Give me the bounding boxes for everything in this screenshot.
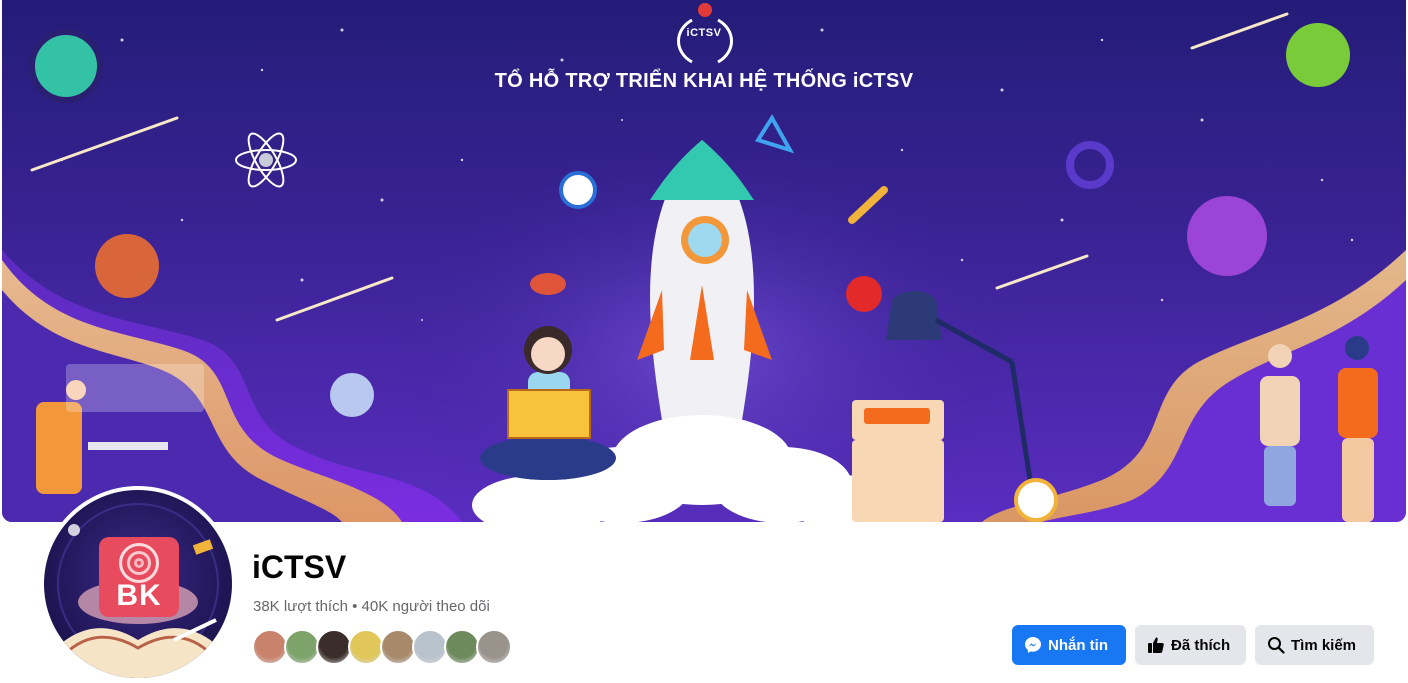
- message-button[interactable]: Nhắn tin: [1012, 625, 1126, 665]
- follower-avatar[interactable]: [252, 629, 288, 665]
- liked-button[interactable]: Đã thích: [1135, 625, 1246, 665]
- follower-avatars: [252, 629, 512, 665]
- follower-avatar[interactable]: [284, 629, 320, 665]
- bk-logo: BK: [99, 537, 179, 617]
- action-buttons: Nhắn tin Đã thích Tìm kiếm: [1012, 625, 1374, 665]
- follower-avatar[interactable]: [348, 629, 384, 665]
- follower-avatar[interactable]: [444, 629, 480, 665]
- follower-avatar[interactable]: [380, 629, 416, 665]
- profile-avatar[interactable]: BK: [40, 486, 236, 682]
- thumbs-up-icon: [1147, 636, 1165, 654]
- bk-logo-text: BK: [116, 579, 162, 612]
- follower-avatar[interactable]: [412, 629, 448, 665]
- search-button[interactable]: Tìm kiếm: [1255, 625, 1374, 665]
- page-title: iCTSV: [252, 549, 347, 585]
- search-button-label: Tìm kiếm: [1291, 636, 1357, 654]
- message-button-label: Nhắn tin: [1048, 636, 1108, 654]
- liked-button-label: Đã thích: [1171, 636, 1231, 654]
- follower-avatar[interactable]: [476, 629, 512, 665]
- avatar-image: BK: [44, 490, 232, 678]
- cover-banner-title: TỔ HỖ TRỢ TRIỂN KHAI HỆ THỐNG iCTSV: [494, 70, 914, 92]
- fingerprint-icon: [119, 543, 159, 583]
- cover-logo-text: iCTSV: [686, 27, 722, 39]
- cover-photo[interactable]: iCTSV TỔ HỖ TRỢ TRIỂN KHAI HỆ THỐNG iCTS…: [2, 0, 1406, 522]
- search-icon: [1267, 636, 1285, 654]
- follower-avatar[interactable]: [316, 629, 352, 665]
- page-stats[interactable]: 38K lượt thích • 40K người theo dõi: [253, 598, 490, 615]
- messenger-icon: [1024, 636, 1042, 654]
